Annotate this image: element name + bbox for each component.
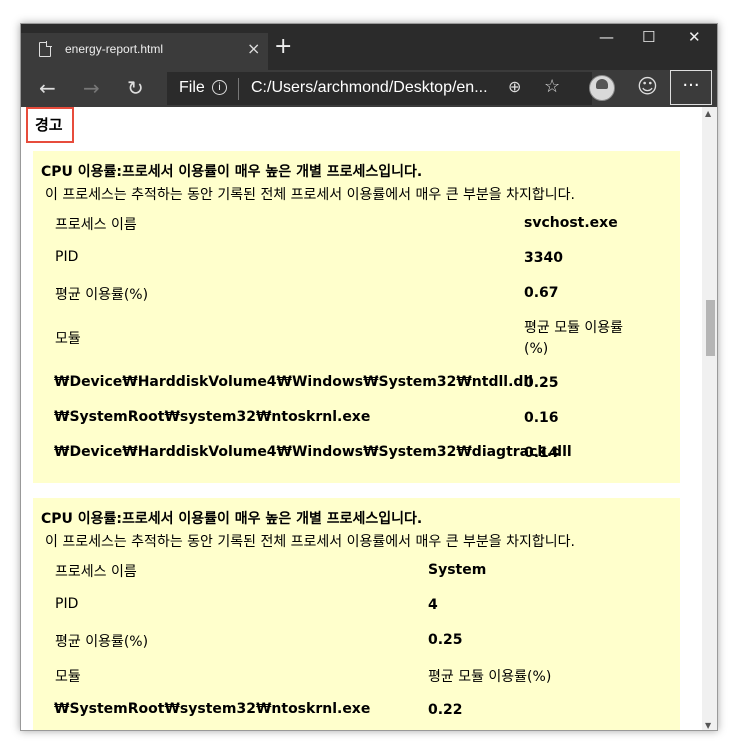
favorite-star-icon[interactable]: ☆ — [544, 76, 560, 97]
feedback-smiley-icon[interactable]: ☺ — [637, 74, 658, 98]
avg-usage-value: 0.67 — [524, 285, 559, 301]
forward-icon[interactable]: → — [83, 76, 100, 100]
card-description: 이 프로세스는 추적하는 동안 기록된 전체 프로세서 이용률에서 매우 큰 부… — [45, 534, 575, 550]
scroll-up-icon[interactable]: ▲ — [705, 109, 711, 118]
profile-avatar[interactable] — [589, 75, 615, 101]
module-name: ₩Device₩HarddiskVolume4₩Windows₩System32… — [54, 374, 534, 390]
avg-usage-label: 평균 이용률(%) — [55, 634, 149, 650]
browser-window: energy-report.html × + — ☐ ✕ ← → ↻ File … — [20, 23, 718, 731]
process-name-label: 프로세스 이름 — [55, 564, 137, 580]
tab-close-icon[interactable]: × — [247, 39, 260, 58]
process-name-value: System — [428, 562, 487, 578]
close-window-icon[interactable]: ✕ — [688, 28, 701, 46]
avg-usage-label: 평균 이용률(%) — [55, 287, 149, 303]
scroll-thumb[interactable] — [706, 300, 715, 356]
more-menu-button[interactable]: ··· — [670, 70, 712, 105]
warning-heading: 경고 — [26, 107, 74, 143]
tab-title: energy-report.html — [65, 42, 164, 56]
tab-bar: energy-report.html × + — ☐ ✕ — [21, 24, 717, 70]
info-icon[interactable]: i — [212, 80, 227, 95]
tab-energy-report[interactable]: energy-report.html × — [21, 33, 268, 70]
warning-card: CPU 이용률:프로세서 이용률이 매우 높은 개별 프로세스입니다. 이 프로… — [33, 498, 680, 730]
module-label: 모듈 — [55, 331, 81, 347]
address-divider — [238, 78, 239, 100]
address-bar[interactable]: File i C:/Users/archmond/Desktop/en... ⊕… — [167, 72, 592, 105]
new-tab-icon[interactable]: + — [274, 34, 292, 59]
maximize-icon[interactable]: ☐ — [642, 28, 655, 46]
page-content: 경고 CPU 이용률:프로세서 이용률이 매우 높은 개별 프로세스입니다. 이… — [21, 107, 704, 730]
url-text[interactable]: C:/Users/archmond/Desktop/en... — [251, 79, 496, 97]
process-name-value: svchost.exe — [524, 215, 618, 231]
scroll-down-icon[interactable]: ▼ — [705, 721, 711, 730]
card-title: CPU 이용률:프로세서 이용률이 매우 높은 개별 프로세스입니다. — [41, 511, 423, 527]
module-avg-label: 평균 모듈 이용률 (%) — [524, 320, 624, 357]
pid-label: PID — [55, 596, 79, 612]
module-name: ₩Device₩HarddiskVolume4₩Windows₩System32… — [54, 444, 572, 460]
module-avg-label: 평균 모듈 이용률(%) — [428, 669, 552, 685]
navigation-toolbar: ← → ↻ File i C:/Users/archmond/Desktop/e… — [21, 70, 717, 107]
card-description: 이 프로세스는 추적하는 동안 기록된 전체 프로세서 이용률에서 매우 큰 부… — [45, 187, 575, 203]
warning-card: CPU 이용률:프로세서 이용률이 매우 높은 개별 프로세스입니다. 이 프로… — [33, 151, 680, 483]
module-value: 0.22 — [428, 702, 463, 718]
module-label: 모듈 — [55, 669, 81, 685]
pid-value: 4 — [428, 597, 438, 613]
url-scheme: File — [179, 79, 205, 96]
zoom-icon[interactable]: ⊕ — [508, 77, 521, 97]
avg-usage-value: 0.25 — [428, 632, 463, 648]
card-title: CPU 이용률:프로세서 이용률이 매우 높은 개별 프로세스입니다. — [41, 164, 423, 180]
refresh-icon[interactable]: ↻ — [127, 76, 144, 100]
module-value: 0.25 — [524, 375, 559, 391]
document-icon — [39, 41, 52, 57]
module-name: ₩SystemRoot₩system32₩ntoskrnl.exe — [54, 701, 371, 717]
minimize-icon[interactable]: — — [599, 28, 614, 46]
module-value: 0.14 — [524, 445, 559, 461]
module-name: ₩SystemRoot₩system32₩ntoskrnl.exe — [54, 409, 371, 425]
pid-value: 3340 — [524, 250, 563, 266]
module-value: 0.16 — [524, 410, 559, 426]
process-name-label: 프로세스 이름 — [55, 217, 137, 233]
pid-label: PID — [55, 249, 79, 265]
vertical-scrollbar[interactable]: ▲ ▼ — [702, 107, 717, 730]
back-icon[interactable]: ← — [39, 76, 56, 100]
